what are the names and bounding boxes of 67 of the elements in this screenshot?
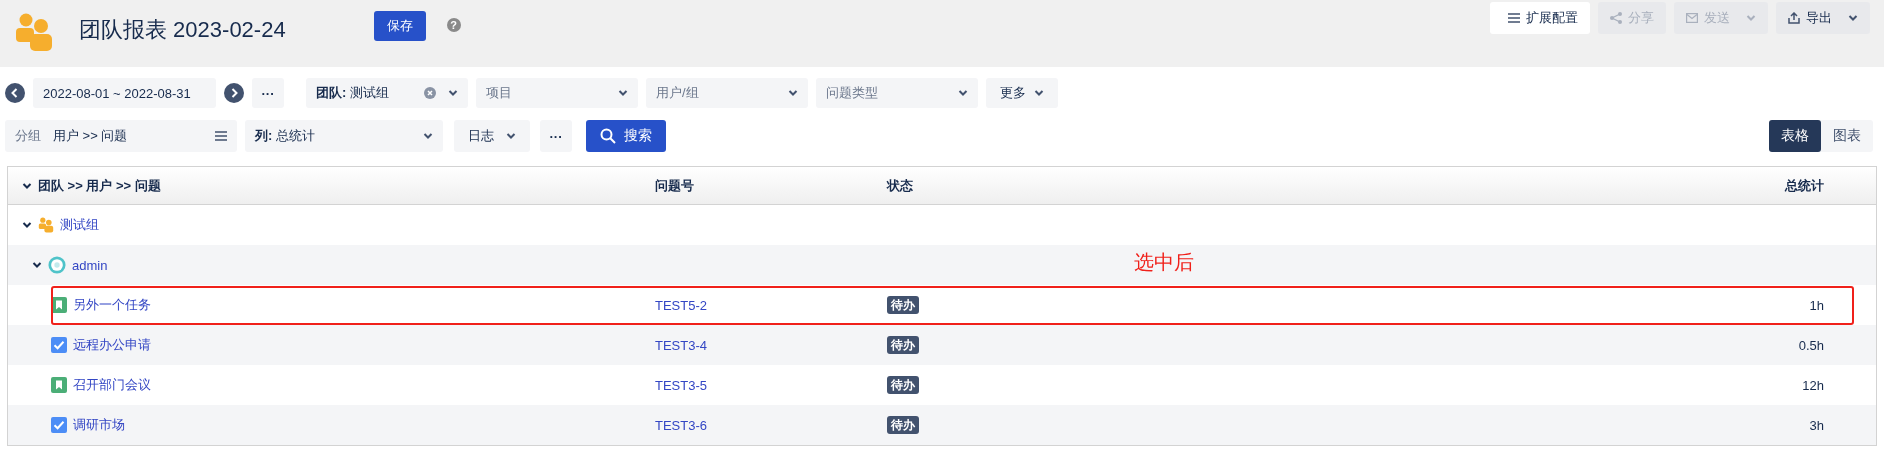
status-badge: 待办 (887, 375, 919, 394)
filter-select[interactable]: 问题类型 (816, 78, 978, 108)
chevron-down-icon (958, 88, 968, 98)
chevron-down-icon (448, 88, 458, 98)
share-icon (1610, 12, 1622, 24)
issue-link[interactable]: 调研市场 (73, 416, 125, 434)
chevron-down-icon[interactable] (22, 220, 32, 230)
total-cell: 12h (1802, 377, 1824, 393)
export-button[interactable]: 导出 (1776, 2, 1870, 34)
total-cell: 3h (1809, 417, 1824, 433)
page-title: 团队报表 2023-02-24 (79, 16, 286, 44)
upload-icon (1788, 12, 1800, 24)
checkbox-icon (51, 337, 67, 353)
previous-button[interactable] (5, 83, 25, 103)
issue-key[interactable]: TEST3-4 (655, 337, 707, 353)
chevron-down-icon (618, 88, 628, 98)
issue-link[interactable]: 远程办公申请 (73, 336, 151, 354)
filter-select[interactable]: 用户/组 (646, 78, 808, 108)
date-range-field[interactable]: 2022-08-01 ~ 2022-08-31 (33, 78, 216, 108)
issue-link[interactable]: 另外一个任务 (73, 296, 151, 314)
clear-icon[interactable] (424, 87, 436, 99)
log-select[interactable]: 日志 (454, 120, 530, 152)
caret-icon (506, 131, 516, 141)
chevron-down-icon (788, 88, 798, 98)
column-header: 团队 >> 用户 >> 问题 (38, 176, 161, 195)
search-icon (600, 128, 616, 144)
caret-icon (1034, 88, 1044, 98)
issue-key[interactable]: TEST3-6 (655, 417, 707, 433)
issue-key[interactable]: TEST5-2 (655, 297, 707, 313)
menu-icon (1508, 13, 1520, 23)
status-badge: 待办 (887, 415, 919, 434)
mail-icon (1686, 13, 1698, 23)
total-cell: 0.5h (1798, 337, 1824, 353)
filter-select[interactable]: 团队: 测试组 (306, 78, 468, 108)
more-button[interactable]: 更多 (986, 78, 1058, 108)
total-cell: 1h (1809, 297, 1824, 313)
status-badge: 待办 (887, 295, 919, 314)
group-by-field[interactable]: 分组 用户 >> 问题 (5, 120, 237, 152)
checkbox-icon (51, 417, 67, 433)
more-options-button[interactable]: ··· (540, 120, 572, 152)
view-tab[interactable]: 图表 (1821, 120, 1873, 152)
chevron-down-icon (423, 131, 433, 141)
annotation-text: 选中后 (1134, 250, 1194, 275)
status-badge: 待办 (887, 335, 919, 354)
tree-item[interactable]: admin (72, 257, 108, 273)
filter-select[interactable]: 项目 (476, 78, 638, 108)
more-options-button[interactable]: ··· (252, 78, 284, 108)
column-header: 状态 (887, 177, 913, 193)
people-icon (14, 12, 54, 52)
columns-select[interactable]: 列: 总统计 (245, 120, 443, 152)
chevron-down-icon[interactable] (32, 260, 42, 270)
next-button[interactable] (224, 83, 244, 103)
search-button[interactable]: 搜索 (586, 120, 666, 152)
view-tab[interactable]: 表格 (1769, 120, 1821, 152)
people-icon (38, 217, 54, 233)
column-header: 问题号 (655, 177, 694, 193)
bookmark-icon (51, 377, 67, 393)
menu-icon (215, 131, 227, 141)
caret-icon (1746, 13, 1756, 23)
config-button[interactable]: 扩展配置 (1490, 2, 1590, 34)
save-button[interactable]: 保存 (373, 11, 426, 41)
avatar-icon (48, 256, 66, 274)
column-header: 总统计 (1785, 177, 1824, 193)
issue-link[interactable]: 召开部门会议 (73, 376, 151, 394)
tree-item[interactable]: 测试组 (60, 216, 99, 234)
issue-key[interactable]: TEST3-5 (655, 377, 707, 393)
caret-icon (1848, 13, 1858, 23)
